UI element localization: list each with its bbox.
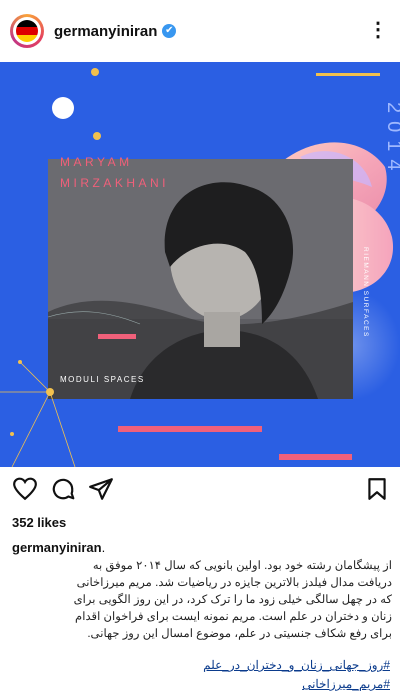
poster-year: 2014 — [383, 102, 400, 179]
post-image[interactable]: MARYAM MIRZAKHANI 2014 RIEMANN SURFACES … — [0, 62, 400, 467]
yellow-line-shape — [316, 73, 380, 76]
heart-icon[interactable] — [12, 476, 38, 502]
poster-vertical-label: RIEMANN SURFACES — [362, 247, 369, 338]
post-actions — [0, 476, 400, 506]
hashtag-link[interactable]: #مریم_میرزاخانی — [302, 677, 390, 691]
yellow-dot-shape — [91, 68, 99, 76]
pink-bar-shape — [279, 454, 352, 460]
more-options-icon[interactable]: ⋮ — [368, 20, 388, 40]
pink-bar-shape — [118, 426, 262, 432]
germany-flag-icon — [16, 20, 38, 42]
username[interactable]: germanyiniran — [54, 23, 157, 40]
likes-count[interactable]: 352 likes — [12, 515, 66, 530]
caption-author-name[interactable]: germanyiniran — [12, 540, 102, 555]
caption-line: از پیشگامان رشته خود بود. اولین بانویی ک… — [92, 559, 392, 572]
post-header: germanyiniran ✔ ⋮ — [0, 0, 400, 62]
verified-badge-icon: ✔ — [162, 24, 177, 38]
poster-title-line1: MARYAM — [60, 155, 133, 169]
caption-line: دریافت مدال فیلدز بالاترین جایزه در ریاض… — [76, 576, 392, 589]
send-icon[interactable] — [88, 476, 114, 502]
yellow-dot-shape — [93, 132, 101, 140]
bookmark-icon[interactable] — [364, 476, 390, 502]
poster-artwork: MARYAM MIRZAKHANI 2014 RIEMANN SURFACES … — [0, 62, 400, 467]
post-caption: از پیشگامان رشته خود بود. اولین بانویی ک… — [8, 557, 392, 642]
poster-bottom-label: MODULI SPACES — [60, 375, 145, 384]
avatar[interactable] — [10, 14, 44, 48]
hashtag-link[interactable]: #روز_جهانی_زنان_و_دختران_در_علم — [203, 658, 390, 672]
white-circle-shape — [52, 97, 74, 119]
caption-author[interactable]: germanyiniran. — [12, 540, 105, 555]
caption-line: زنان و دختران در علم است. مریم نمونه ایس… — [75, 610, 392, 623]
caption-separator: . — [101, 540, 106, 555]
comment-icon[interactable] — [50, 476, 76, 502]
pink-bar-shape — [98, 334, 136, 339]
caption-line: برای رفع شکاف جنسیتی در علم، موضوع امسال… — [87, 627, 392, 640]
caption-line: که در چهل سالگی خیلی زود ما را ترک کرد، … — [73, 593, 392, 606]
poster-title-line2: MIRZAKHANI — [60, 176, 169, 190]
